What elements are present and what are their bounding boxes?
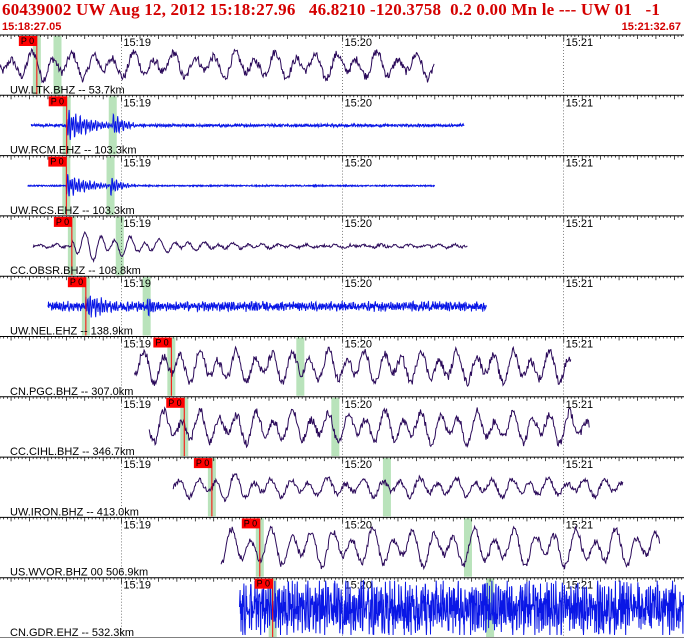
time-tick-label: 15:19 bbox=[123, 580, 151, 592]
trace-row: 15:19 15:20 15:21 P 0 CN.PGC.BHZ -- 307.0km bbox=[0, 336, 684, 398]
station-label: CN.PGC.BHZ -- 307.0km bbox=[10, 386, 133, 398]
p-phase-label: P 0 bbox=[196, 458, 209, 468]
waveform bbox=[220, 524, 661, 571]
time-tick-label: 15:21 bbox=[566, 278, 594, 290]
time-tick-label: 15:19 bbox=[123, 339, 151, 351]
station-label: CC.OBSR.BHZ -- 108.8km bbox=[10, 265, 141, 277]
time-tick-label: 15:20 bbox=[345, 278, 373, 290]
p-phase-label: P 0 bbox=[70, 277, 83, 287]
time-tick-label: 15:20 bbox=[345, 97, 373, 109]
time-tick-label: 15:19 bbox=[123, 218, 151, 230]
time-tick-label: 15:21 bbox=[566, 459, 594, 471]
time-tick-label: 15:21 bbox=[566, 580, 594, 592]
trace-row: 15:19 15:20 15:21 P 0 US.WVOR.BHZ 00 506.9km bbox=[0, 516, 684, 579]
station-label: CN.GDR.EHZ -- 532.3km bbox=[10, 627, 134, 638]
waveform bbox=[0, 47, 435, 84]
time-tick-label: 15:20 bbox=[345, 37, 373, 49]
station-label: UW.LTK.BHZ -- 53.7km bbox=[10, 84, 125, 96]
time-tick-label: 15:21 bbox=[566, 158, 594, 170]
waveform bbox=[172, 473, 624, 503]
time-tick-label: 15:19 bbox=[123, 519, 151, 531]
waveform bbox=[27, 174, 436, 197]
time-tick-label: 15:20 bbox=[345, 459, 373, 471]
waveform bbox=[32, 231, 468, 264]
p-phase-label: P 0 bbox=[257, 579, 270, 589]
pick-band bbox=[296, 337, 305, 396]
waveform bbox=[148, 406, 590, 449]
pick-band bbox=[382, 458, 391, 517]
waveform bbox=[239, 580, 684, 636]
trace-row: 15:19 15:20 15:21 P 0 UW.IRON.BHZ -- 413.0km bbox=[0, 456, 684, 518]
trace-row: 15:19 15:20 15:21 P 0 UW.LTK.BHZ -- 53.7km bbox=[0, 34, 684, 96]
time-tick-label: 15:21 bbox=[566, 339, 594, 351]
time-tick-label: 15:19 bbox=[123, 459, 151, 471]
time-tick-label: 15:19 bbox=[123, 399, 151, 411]
trace-row: 15:19 15:20 15:21 P 0 UW.NEL.EHZ -- 138.9km bbox=[0, 275, 684, 338]
time-tick-label: 15:21 bbox=[566, 97, 594, 109]
trace-row: 15:19 15:20 15:21 P 0 CC.OBSR.BHZ -- 108.8km bbox=[0, 215, 684, 277]
station-label: UW.NEL.EHZ -- 138.9km bbox=[10, 326, 133, 338]
time-tick-label: 15:20 bbox=[345, 339, 373, 351]
trace-row: 15:19 15:20 15:21 P 0 UW.RCM.EHZ -- 103.3km bbox=[0, 94, 684, 157]
time-tick-label: 15:21 bbox=[566, 218, 594, 230]
station-label: US.WVOR.BHZ 00 506.9km bbox=[10, 567, 148, 579]
p-phase-label: P 0 bbox=[168, 398, 181, 408]
waveform bbox=[30, 109, 465, 140]
time-tick-label: 15:21 bbox=[566, 37, 594, 49]
p-phase-label: P 0 bbox=[50, 157, 63, 167]
trace-row: 15:19 15:20 15:21 P 0 UW.RCS.EHZ -- 103.3km bbox=[0, 155, 684, 217]
time-tick-label: 15:19 bbox=[123, 97, 151, 109]
time-tick-label: 15:21 bbox=[566, 519, 594, 531]
trace-row: 15:19 15:20 15:21P 0CN.GDR.EHZ -- 532.3km bbox=[0, 577, 684, 638]
station-label: UW.RCS.EHZ -- 103.3km bbox=[10, 205, 135, 217]
waveform bbox=[47, 295, 487, 318]
p-phase-label: P 0 bbox=[244, 518, 257, 528]
time-tick-label: 15:20 bbox=[345, 218, 373, 230]
time-tick-label: 15:19 bbox=[123, 158, 151, 170]
p-phase-label: P 0 bbox=[56, 217, 69, 227]
time-tick-label: 15:20 bbox=[345, 519, 373, 531]
time-tick-label: 15:21 bbox=[566, 399, 594, 411]
station-label: CC.CIHL.BHZ -- 346.7km bbox=[10, 446, 135, 458]
seismogram-panel: 15:19 15:20 15:21P 0UW.LTK.BHZ -- 53.7km15… bbox=[0, 34, 684, 638]
p-phase-label: P 0 bbox=[155, 338, 168, 348]
waveform bbox=[134, 345, 572, 388]
p-phase-label: P 0 bbox=[51, 96, 64, 106]
time-tick-label: 15:19 bbox=[123, 278, 151, 290]
station-label: UW.IRON.BHZ -- 413.0km bbox=[10, 506, 139, 518]
time-tick-label: 15:20 bbox=[345, 158, 373, 170]
p-phase-label: P 0 bbox=[21, 36, 34, 46]
time-tick-label: 15:20 bbox=[345, 399, 373, 411]
time-tick-label: 15:19 bbox=[123, 37, 151, 49]
trace-row: 15:19 15:20 15:21 P 0 CC.CIHL.BHZ -- 346.7km bbox=[0, 396, 684, 458]
station-label: UW.RCM.EHZ -- 103.3km bbox=[10, 145, 137, 157]
